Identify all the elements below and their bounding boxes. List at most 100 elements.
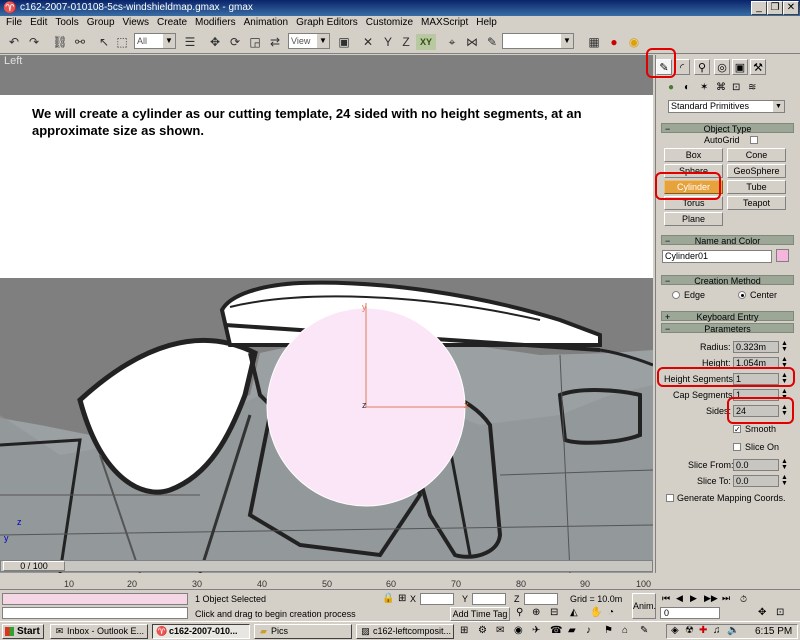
menu-tools[interactable]: Tools xyxy=(51,16,82,30)
autogrid-checkbox[interactable] xyxy=(750,136,758,144)
tray-icon[interactable]: ☢ xyxy=(685,625,694,636)
object-type-rollout[interactable]: − Object Type xyxy=(661,123,794,134)
quick-launch-icon[interactable]: ◉ xyxy=(514,625,523,636)
next-frame-icon[interactable]: ▶▶ xyxy=(704,593,718,604)
move-icon[interactable]: ✥ xyxy=(207,34,223,50)
slice-to-spinner[interactable]: 0.0 ▲ ▼ xyxy=(733,474,788,487)
helpers-category-icon[interactable]: ⊡ xyxy=(732,82,740,93)
unlink-icon[interactable]: ⚯ xyxy=(72,34,88,50)
taskbar-pics-folder[interactable]: ▰ Pics xyxy=(254,624,352,639)
primitive-category-dropdown[interactable]: Standard Primitives ▼ xyxy=(668,100,785,113)
motion-tab-icon[interactable]: ◎ xyxy=(714,59,730,75)
spinner-arrows-icon[interactable]: ▲ ▼ xyxy=(780,458,789,471)
spacewarps-category-icon[interactable]: ≋ xyxy=(748,82,756,93)
reference-coordinate-dropdown[interactable]: View ▼ xyxy=(288,33,330,49)
time-config-icon[interactable]: ⏱ xyxy=(740,594,747,605)
snap-icon[interactable]: ⋈ xyxy=(464,34,480,50)
keyboard-entry-rollout[interactable]: + Keyboard Entry xyxy=(661,311,794,322)
current-frame-field[interactable]: 0 xyxy=(660,607,720,619)
cone-button[interactable]: Cone xyxy=(727,148,786,162)
menu-edit[interactable]: Edit xyxy=(26,16,51,30)
cameras-category-icon[interactable]: ⌘ xyxy=(716,82,726,93)
play-icon[interactable]: ▶ xyxy=(690,593,697,604)
select-object-icon[interactable]: ↖ xyxy=(96,34,112,50)
menu-maxscript[interactable]: MAXScript xyxy=(417,16,472,30)
y-coord-field[interactable] xyxy=(472,593,506,605)
redo-icon[interactable]: ↷ xyxy=(26,34,42,50)
spinner-arrows-icon[interactable]: ▲ ▼ xyxy=(780,474,789,487)
material-editor-icon[interactable]: ▦ xyxy=(586,34,602,50)
region-select-icon[interactable]: ⬚ xyxy=(114,34,130,50)
z-coord-field[interactable] xyxy=(524,593,558,605)
spinner-snap-icon[interactable]: ✎ xyxy=(484,34,500,50)
restore-button[interactable]: ❐ xyxy=(767,1,783,15)
taskbar-gmax[interactable]: ♈ c162-2007-010... xyxy=(152,624,250,639)
mirror-icon[interactable]: ⇄ xyxy=(267,34,283,50)
creation-method-rollout[interactable]: − Creation Method xyxy=(661,275,794,286)
viewport-nav-zoom-all-icon[interactable]: ⊕ xyxy=(532,607,540,618)
center-radio[interactable] xyxy=(738,291,746,299)
absolute-mode-icon[interactable]: ⊞ xyxy=(398,593,406,604)
tray-icon[interactable]: ✚ xyxy=(699,625,707,636)
time-slider[interactable]: 0 / 100 xyxy=(0,560,653,572)
pivot-center-icon[interactable]: ▣ xyxy=(336,34,352,50)
selection-filter-dropdown[interactable]: All ▼ xyxy=(134,33,176,49)
slice-from-spinner[interactable]: 0.0 ▲ ▼ xyxy=(733,458,788,471)
taskbar-outlook[interactable]: ✉ Inbox - Outlook E... xyxy=(50,624,148,639)
menu-file[interactable]: File xyxy=(2,16,26,30)
geometry-category-icon[interactable]: ● xyxy=(668,82,674,93)
start-button[interactable]: Start xyxy=(2,624,44,639)
selection-lock-icon[interactable]: 🔒 xyxy=(382,593,394,604)
quick-launch-icon[interactable]: ✉ xyxy=(496,625,504,636)
rotate-icon[interactable]: ⟳ xyxy=(227,34,243,50)
time-slider-thumb[interactable]: 0 / 100 xyxy=(3,561,65,571)
go-to-start-icon[interactable]: ⏮ xyxy=(662,593,670,604)
x-coord-field[interactable] xyxy=(420,593,454,605)
geosphere-button[interactable]: GeoSphere xyxy=(727,164,786,178)
spinner-arrows-icon[interactable]: ▲ ▼ xyxy=(780,340,789,353)
slice-on-checkbox[interactable] xyxy=(733,443,741,451)
modify-tab-icon[interactable]: ◜ xyxy=(674,59,690,75)
select-by-name-icon[interactable]: ☰ xyxy=(182,34,198,50)
name-and-color-rollout[interactable]: − Name and Color xyxy=(661,235,794,246)
undo-icon[interactable]: ↶ xyxy=(6,34,22,50)
radius-spinner[interactable]: 0.323m ▲ ▼ xyxy=(733,340,788,353)
animate-button[interactable]: Anim. xyxy=(632,593,656,619)
align-icon[interactable]: ⌖ xyxy=(444,34,460,50)
restrict-xy-button[interactable]: XY xyxy=(416,34,436,50)
viewport-nav-orbit-icon[interactable]: ◔ xyxy=(608,607,614,618)
teapot-button[interactable]: Teapot xyxy=(727,196,786,210)
track-bar[interactable]: 10 20 30 40 50 60 70 80 90 100 xyxy=(0,573,653,589)
named-selection-dropdown[interactable]: ▼ xyxy=(502,33,574,49)
utilities-tab-icon[interactable]: ⚒ xyxy=(750,59,766,75)
quick-launch-icon[interactable]: ▰ xyxy=(568,625,576,636)
quick-launch-icon[interactable]: ⊞ xyxy=(460,625,468,636)
viewport-nav-extents-icon[interactable]: ⊟ xyxy=(550,607,558,618)
close-button[interactable]: ✕ xyxy=(783,1,799,15)
viewport-nav-zoom-icon[interactable]: ⚲ xyxy=(516,607,523,618)
viewport-nav-fov-icon[interactable]: ◭ xyxy=(570,607,578,618)
tray-icon[interactable]: ◈ xyxy=(671,625,679,636)
quick-render-icon[interactable]: ◉ xyxy=(626,34,642,50)
edge-radio[interactable] xyxy=(672,291,680,299)
left-viewport[interactable]: Left We will create a cylinder as our cu… xyxy=(0,55,653,573)
quick-launch-icon[interactable]: ⚑ xyxy=(604,625,613,636)
quick-launch-icon[interactable]: ☎ xyxy=(550,625,562,636)
quick-launch-icon[interactable]: ✎ xyxy=(640,625,648,636)
quick-launch-icon[interactable]: ⚙ xyxy=(478,625,487,636)
menu-graph-editors[interactable]: Graph Editors xyxy=(292,16,362,30)
add-time-tag-button[interactable]: Add Time Tag xyxy=(450,607,510,621)
render-icon[interactable]: ● xyxy=(606,34,622,50)
parameters-rollout[interactable]: − Parameters xyxy=(661,323,794,334)
restrict-y-icon[interactable]: Y xyxy=(380,34,396,50)
system-clock[interactable]: 6:15 PM xyxy=(755,626,792,637)
maxscript-listener-output[interactable] xyxy=(2,607,188,619)
menu-customize[interactable]: Customize xyxy=(362,16,417,30)
select-and-link-icon[interactable]: ⛓ xyxy=(52,34,68,50)
go-to-end-icon[interactable]: ⏭ xyxy=(722,593,730,604)
menu-views[interactable]: Views xyxy=(119,16,154,30)
menu-help[interactable]: Help xyxy=(472,16,501,30)
object-name-input[interactable]: Cylinder01 xyxy=(662,250,772,263)
minimize-button[interactable]: _ xyxy=(751,1,767,15)
maxscript-listener-mini[interactable] xyxy=(2,593,188,605)
